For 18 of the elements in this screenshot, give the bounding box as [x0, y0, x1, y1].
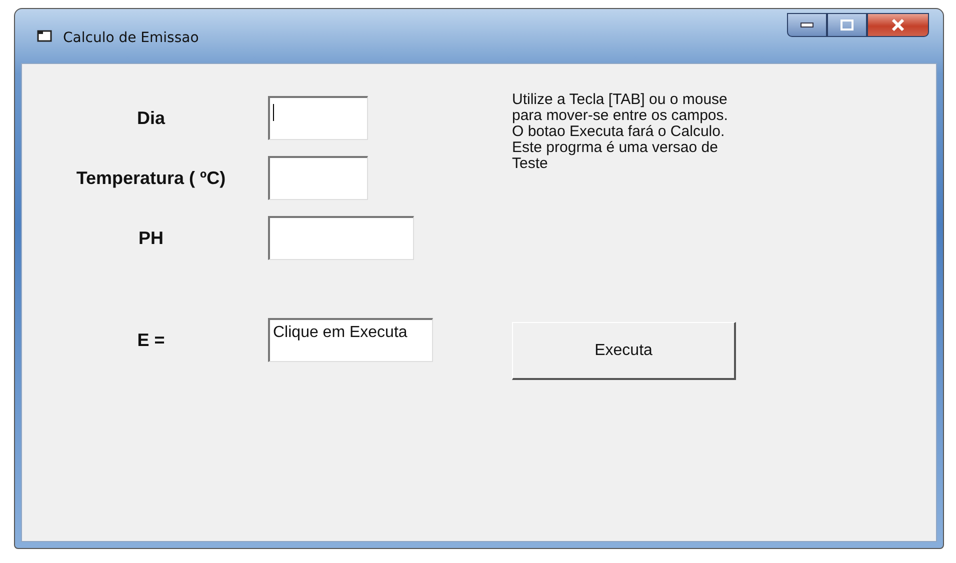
window-icon	[37, 29, 53, 43]
window-title: Calculo de Emissao	[63, 30, 199, 46]
result-label: E =	[136, 330, 166, 350]
input-field[interactable]	[268, 216, 414, 260]
help-text: Utilize a Tecla [TAB] ou o mouse para mover-se entre os campos. O botao Executa fará o Calculo. Este progrma é uma versao de Teste	[512, 92, 728, 172]
close-icon	[891, 19, 905, 31]
field-label: Dia	[136, 108, 166, 128]
input-field[interactable]	[268, 156, 368, 200]
result-field[interactable]: Clique em Executa	[268, 318, 433, 362]
maximize-icon	[840, 19, 854, 31]
maximize-button[interactable]	[827, 13, 867, 37]
field-label: Temperatura ( ºC)	[75, 168, 227, 188]
input-field[interactable]	[268, 96, 368, 140]
close-button[interactable]	[867, 13, 929, 37]
field-label: PH	[137, 228, 164, 248]
minimize-icon	[800, 22, 814, 28]
minimize-button[interactable]	[787, 13, 827, 37]
execute-button[interactable]: Executa	[512, 322, 736, 380]
